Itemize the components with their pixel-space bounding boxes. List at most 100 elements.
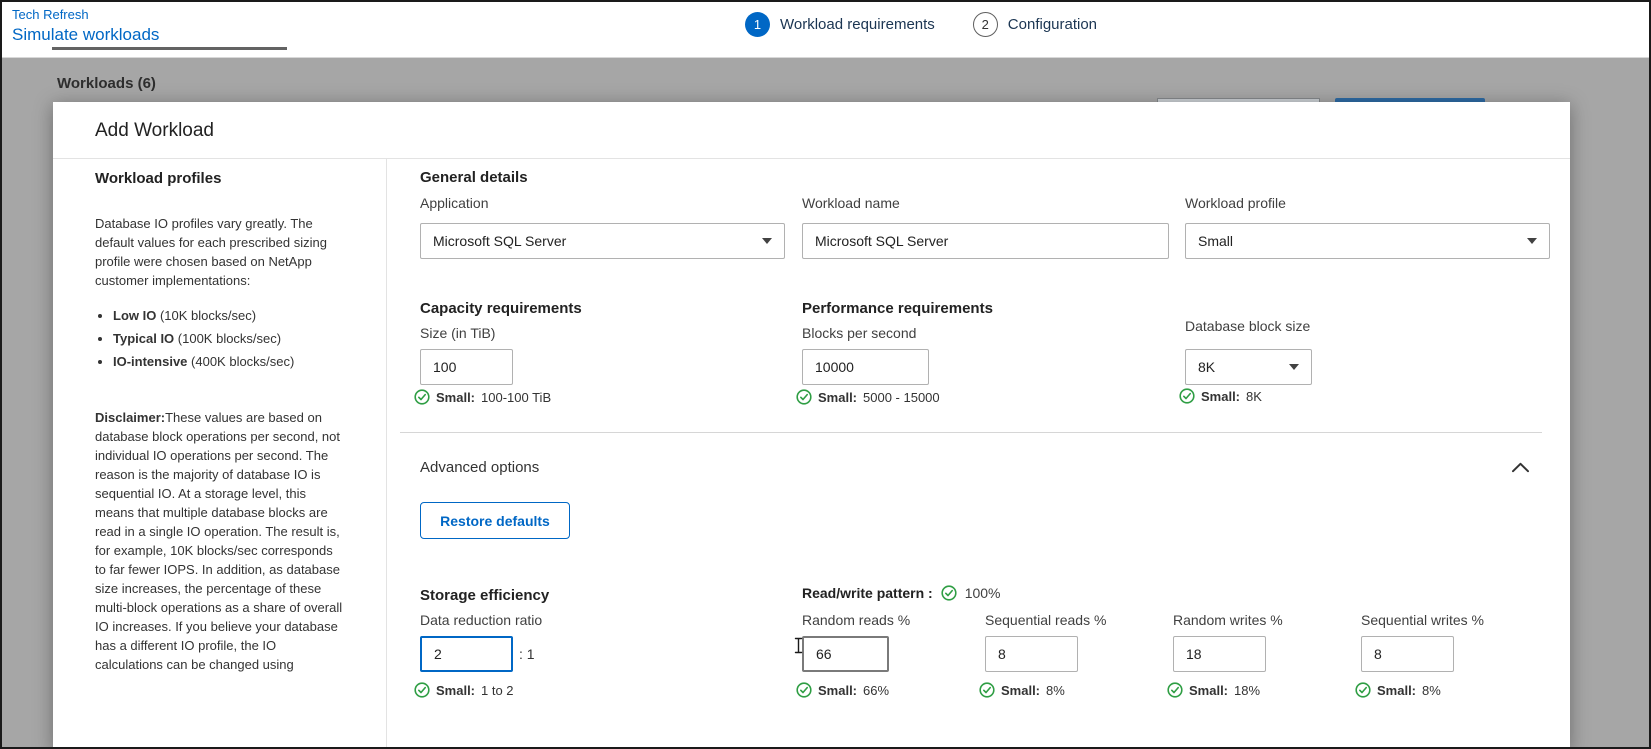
chevron-up-icon bbox=[1511, 462, 1530, 473]
active-tab-underline bbox=[52, 47, 287, 50]
sidebar-disclaimer: Disclaimer:These values are based on dat… bbox=[95, 408, 344, 674]
chevron-down-icon bbox=[1527, 238, 1537, 244]
app-window: Tech Refresh Simulate workloads 1 Worklo… bbox=[0, 0, 1651, 749]
check-circle-icon bbox=[796, 389, 812, 405]
random-reads-label: Random reads % bbox=[802, 612, 910, 628]
random-writes-input[interactable] bbox=[1173, 636, 1266, 672]
advanced-options-heading: Advanced options bbox=[420, 459, 539, 476]
breadcrumb-link[interactable]: Tech Refresh bbox=[12, 7, 89, 22]
rw-pattern-heading-row: Read/write pattern : 100% bbox=[802, 585, 1001, 601]
modal-title: Add Workload bbox=[95, 120, 214, 142]
random-reads-input[interactable] bbox=[802, 636, 889, 672]
hint-text: 5000 - 15000 bbox=[863, 390, 940, 405]
hint-text: 8% bbox=[1422, 683, 1441, 698]
data-reduction-ratio-input[interactable] bbox=[420, 636, 513, 672]
workload-profiles-panel: Workload profiles Database IO profiles v… bbox=[53, 159, 387, 749]
workload-form: General details Application Workload nam… bbox=[387, 159, 1570, 749]
random-writes-validation-hint: Small: 18% bbox=[1167, 682, 1260, 698]
hint-text: 8K bbox=[1246, 389, 1262, 404]
step-1-label: Workload requirements bbox=[780, 16, 935, 33]
list-item: IO-intensive (400K blocks/sec) bbox=[113, 352, 344, 371]
check-circle-icon bbox=[979, 682, 995, 698]
random-writes-label: Random writes % bbox=[1173, 612, 1283, 628]
workload-name-input[interactable] bbox=[802, 223, 1169, 259]
ratio-validation-hint: Small: 1 to 2 bbox=[414, 682, 514, 698]
hint-text: 100-100 TiB bbox=[481, 390, 551, 405]
modal-header: Add Workload bbox=[53, 102, 1570, 159]
modal-body: Workload profiles Database IO profiles v… bbox=[53, 159, 1570, 749]
step-2-label: Configuration bbox=[1008, 16, 1097, 33]
sequential-writes-input[interactable] bbox=[1361, 636, 1454, 672]
hint-qualifier: Small: bbox=[1377, 683, 1416, 698]
rw-pattern-heading: Read/write pattern : bbox=[802, 585, 933, 601]
check-circle-icon bbox=[941, 585, 957, 601]
profile-bullet-list: Low IO (10K blocks/sec) Typical IO (100K… bbox=[113, 306, 344, 371]
hint-qualifier: Small: bbox=[818, 683, 857, 698]
blocks-per-second-label: Blocks per second bbox=[802, 325, 916, 341]
application-select[interactable]: Microsoft SQL Server bbox=[420, 223, 785, 259]
bps-validation-hint: Small: 5000 - 15000 bbox=[796, 389, 940, 405]
hint-qualifier: Small: bbox=[818, 390, 857, 405]
hint-text: 8% bbox=[1046, 683, 1065, 698]
app-header: Tech Refresh Simulate workloads 1 Worklo… bbox=[2, 2, 1649, 58]
list-item: Low IO (10K blocks/sec) bbox=[113, 306, 344, 325]
block-size-validation-hint: Small: 8K bbox=[1179, 388, 1262, 404]
storage-efficiency-heading: Storage efficiency bbox=[420, 587, 549, 604]
section-divider bbox=[400, 432, 1542, 433]
size-label: Size (in TiB) bbox=[420, 325, 495, 341]
hint-text: 1 to 2 bbox=[481, 683, 514, 698]
size-validation-hint: Small: 100-100 TiB bbox=[414, 389, 551, 405]
step-workload-requirements[interactable]: 1 Workload requirements bbox=[745, 12, 935, 37]
sequential-writes-validation-hint: Small: 8% bbox=[1355, 682, 1441, 698]
application-select-value: Microsoft SQL Server bbox=[433, 233, 566, 249]
sequential-writes-label: Sequential writes % bbox=[1361, 612, 1484, 628]
check-circle-icon bbox=[414, 389, 430, 405]
performance-requirements-heading: Performance requirements bbox=[802, 300, 993, 317]
ratio-suffix: : 1 bbox=[519, 636, 535, 672]
step-configuration[interactable]: 2 Configuration bbox=[973, 12, 1097, 37]
application-label: Application bbox=[420, 195, 489, 211]
database-block-size-select[interactable]: 8K bbox=[1185, 349, 1312, 385]
workloads-count-title: Workloads (6) bbox=[57, 75, 156, 92]
wizard-stepper: 1 Workload requirements 2 Configuration bbox=[745, 12, 1097, 37]
rw-pattern-total: 100% bbox=[965, 585, 1001, 601]
check-circle-icon bbox=[414, 682, 430, 698]
data-reduction-ratio-label: Data reduction ratio bbox=[420, 612, 542, 628]
disclaimer-text: These values are based on database block… bbox=[95, 410, 342, 672]
database-block-size-label: Database block size bbox=[1185, 318, 1310, 334]
check-circle-icon bbox=[1167, 682, 1183, 698]
sidebar-intro: Database IO profiles vary greatly. The d… bbox=[95, 214, 344, 290]
bullet-term: Low IO bbox=[113, 308, 156, 323]
capacity-requirements-heading: Capacity requirements bbox=[420, 300, 582, 317]
database-block-size-value: 8K bbox=[1198, 359, 1215, 375]
hint-qualifier: Small: bbox=[1201, 389, 1240, 404]
workload-name-label: Workload name bbox=[802, 195, 900, 211]
text-cursor-icon bbox=[794, 637, 803, 659]
workload-profile-select-value: Small bbox=[1198, 233, 1233, 249]
bullet-text: (100K blocks/sec) bbox=[174, 331, 281, 346]
advanced-options-collapse-toggle[interactable] bbox=[1511, 460, 1530, 478]
bullet-text: (10K blocks/sec) bbox=[156, 308, 256, 323]
check-circle-icon bbox=[1355, 682, 1371, 698]
sequential-reads-label: Sequential reads % bbox=[985, 612, 1106, 628]
check-circle-icon bbox=[1179, 388, 1195, 404]
hint-text: 66% bbox=[863, 683, 889, 698]
page-title: Simulate workloads bbox=[12, 25, 159, 45]
disclaimer-term: Disclaimer: bbox=[95, 410, 165, 425]
sidebar-heading: Workload profiles bbox=[95, 170, 344, 187]
hint-qualifier: Small: bbox=[1189, 683, 1228, 698]
check-circle-icon bbox=[796, 682, 812, 698]
workload-profile-select[interactable]: Small bbox=[1185, 223, 1550, 259]
hint-qualifier: Small: bbox=[436, 683, 475, 698]
restore-defaults-button[interactable]: Restore defaults bbox=[420, 502, 570, 539]
chevron-down-icon bbox=[762, 238, 772, 244]
size-input[interactable] bbox=[420, 349, 513, 385]
sequential-reads-input[interactable] bbox=[985, 636, 1078, 672]
hint-qualifier: Small: bbox=[436, 390, 475, 405]
chevron-down-icon bbox=[1289, 364, 1299, 370]
random-reads-validation-hint: Small: 66% bbox=[796, 682, 889, 698]
blocks-per-second-input[interactable] bbox=[802, 349, 929, 385]
add-workload-modal: Add Workload Workload profiles Database … bbox=[53, 102, 1570, 749]
step-2-circle: 2 bbox=[973, 12, 998, 37]
hint-text: 18% bbox=[1234, 683, 1260, 698]
